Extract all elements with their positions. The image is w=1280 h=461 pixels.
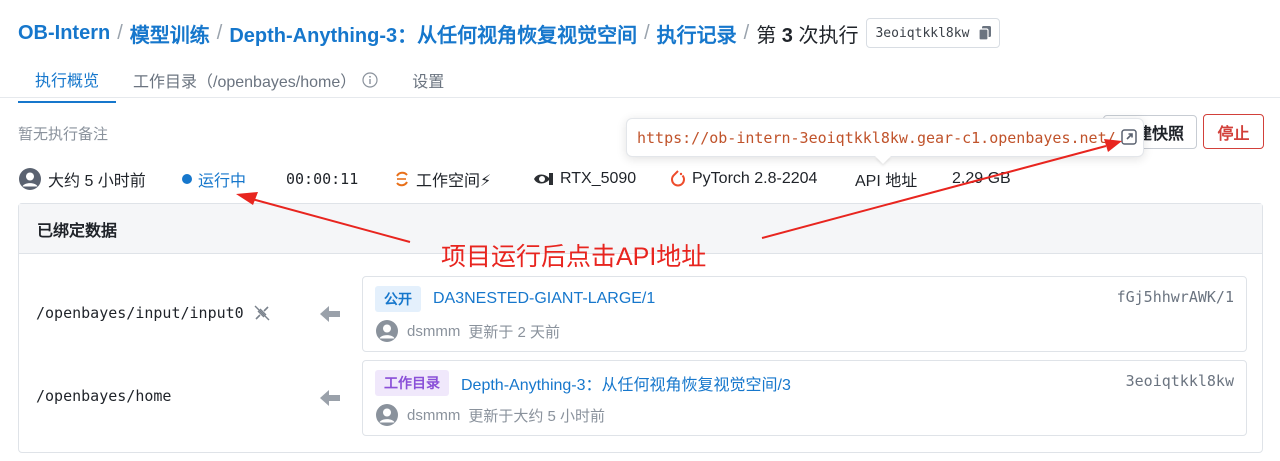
bound-data-card: 公开 DA3NESTED-GIANT-LARGE/1 fGj5hhwrAWK/1… <box>362 276 1247 352</box>
stop-button[interactable]: 停止 <box>1203 114 1264 149</box>
job-id-chip: 3eoiqtkkl8kw <box>866 18 1001 48</box>
breadcrumb-org-link[interactable]: OB-Intern <box>18 22 110 45</box>
status-started: 大约 5 小时前 <box>18 166 146 192</box>
status-state: 运行中 <box>182 166 246 192</box>
api-url-link[interactable]: https://ob-intern-3eoiqtkkl8kw.gear-c1.o… <box>637 129 1116 147</box>
user-avatar-icon <box>19 168 41 190</box>
status-mode: 工作空间⚡ <box>394 166 491 192</box>
mount-path-input0: /openbayes/input/input0 <box>36 303 272 323</box>
run-note: 暂无执行备注 <box>18 126 109 143</box>
nvidia-icon <box>534 173 553 185</box>
job-id-text: 3eoiqtkkl8kw <box>875 25 970 41</box>
tab-workdir-label: 工作目录（/openbayes/home） <box>133 74 357 91</box>
breadcrumb-runs-link[interactable]: 执行记录 <box>657 19 737 48</box>
info-icon[interactable] <box>362 72 378 88</box>
mount-path-home: /openbayes/home <box>36 387 171 405</box>
status-image: PyTorch 2.8-2204 <box>670 166 817 192</box>
copy-icon[interactable] <box>977 25 993 41</box>
card-updated: 更新于 2 天前 <box>468 323 561 341</box>
arrow-left-icon <box>320 390 340 406</box>
mount-path-text: /openbayes/input/input0 <box>36 304 244 322</box>
status-size: 2.29 GB <box>952 170 1011 187</box>
version-hash: 3eoiqtkkl8kw <box>1125 372 1234 390</box>
card-meta: dsmmm 更新于大约 5 小时前 <box>375 403 605 427</box>
breadcrumb-separator: / <box>216 21 223 44</box>
workspace-icon <box>396 171 408 187</box>
status-gpu: RTX_5090 <box>532 166 636 192</box>
workdir-link[interactable]: Depth-Anything-3：从任何视角恢复视觉空间/3 <box>461 371 791 395</box>
breadcrumb: OB-Intern / 模型训练 / Depth-Anything-3：从任何视… <box>18 18 1001 48</box>
api-url-tooltip: https://ob-intern-3eoiqtkkl8kw.gear-c1.o… <box>626 118 1144 157</box>
mount-path-text: /openbayes/home <box>36 387 172 405</box>
version-hash: fGj5hhwrAWK/1 <box>1116 288 1234 306</box>
breadcrumb-separator: / <box>743 21 750 44</box>
status-time-ago: 大约 5 小时前 <box>48 173 146 190</box>
api-address-link[interactable]: API 地址 <box>855 166 917 192</box>
bound-data-card: 工作目录 Depth-Anything-3：从任何视角恢复视觉空间/3 3eoi… <box>362 360 1247 436</box>
card-user[interactable]: dsmmm <box>407 323 460 340</box>
status-gpu-label: RTX_5090 <box>560 170 637 187</box>
card-user[interactable]: dsmmm <box>407 407 460 424</box>
card-header: 公开 DA3NESTED-GIANT-LARGE/1 <box>375 286 655 312</box>
status-duration: 00:00:11 <box>286 170 359 188</box>
status-mode-label: 工作空间⚡ <box>416 173 492 190</box>
arrow-left-icon <box>320 306 340 322</box>
breadcrumb-project-link[interactable]: Depth-Anything-3：从任何视角恢复视觉空间 <box>229 19 637 48</box>
tooltip-arrow <box>875 156 891 164</box>
unlink-icon[interactable] <box>252 303 272 323</box>
avatar <box>376 404 398 426</box>
card-header: 工作目录 Depth-Anything-3：从任何视角恢复视觉空间/3 <box>375 370 791 396</box>
annotation-text: 项目运行后点击API地址 <box>441 243 707 271</box>
workdir-badge: 工作目录 <box>375 370 449 396</box>
tabs-divider <box>0 97 1280 98</box>
breadcrumb-current: 第 3 次执行 <box>756 24 859 47</box>
status-state-label: 运行中 <box>198 173 247 190</box>
visibility-badge: 公开 <box>375 286 421 312</box>
avatar <box>376 320 398 342</box>
breadcrumb-separator: / <box>117 21 123 44</box>
pytorch-icon <box>671 170 685 187</box>
dataset-link[interactable]: DA3NESTED-GIANT-LARGE/1 <box>433 290 655 308</box>
status-image-label: PyTorch 2.8-2204 <box>692 170 818 187</box>
breadcrumb-training-link[interactable]: 模型训练 <box>130 19 210 48</box>
tab-settings-label: 设置 <box>412 74 445 91</box>
external-link-icon[interactable] <box>1120 128 1138 146</box>
card-meta: dsmmm 更新于 2 天前 <box>375 319 560 343</box>
breadcrumb-separator: / <box>644 21 650 44</box>
running-dot-icon <box>182 174 192 184</box>
card-updated: 更新于大约 5 小时前 <box>468 407 606 425</box>
tab-overview-label: 执行概览 <box>35 73 100 90</box>
